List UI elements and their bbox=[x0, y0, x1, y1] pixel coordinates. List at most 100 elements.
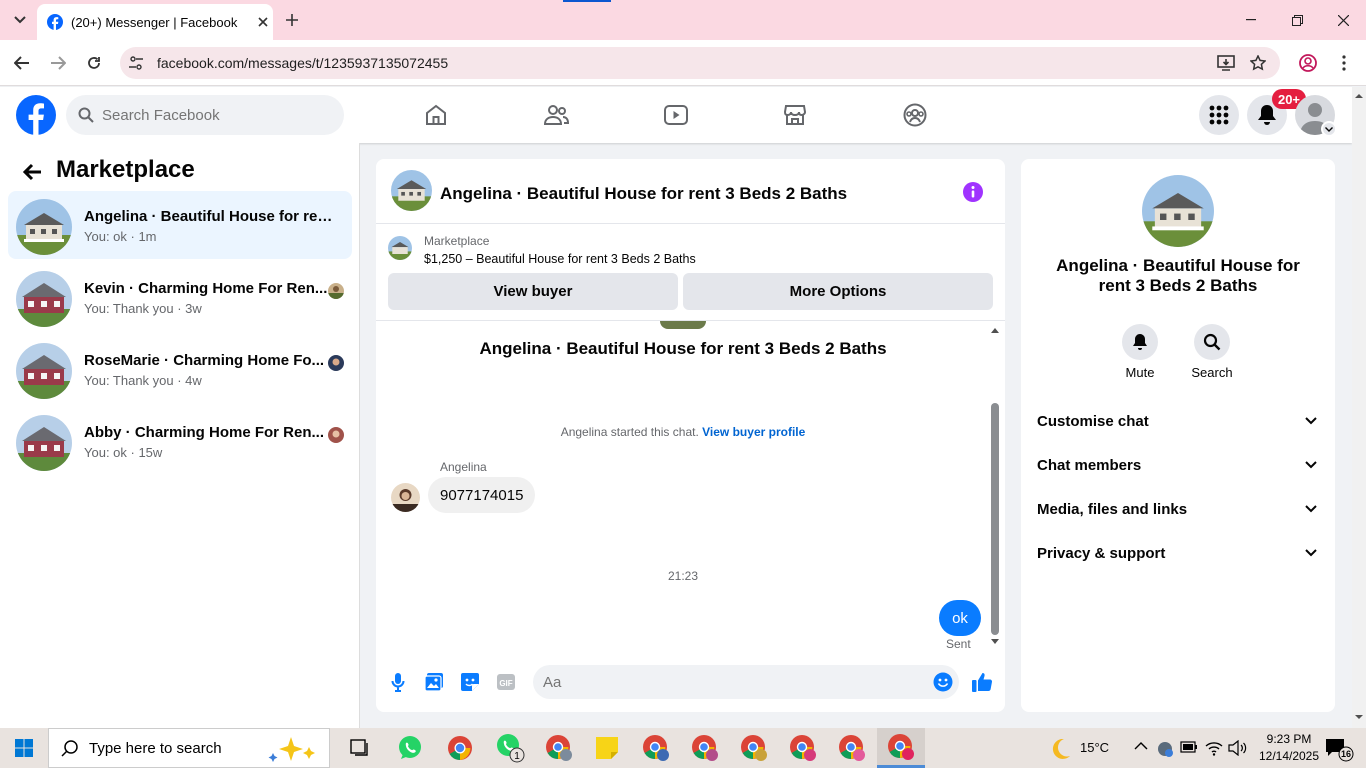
close-tab-icon[interactable] bbox=[253, 17, 273, 27]
house-thumbnail bbox=[16, 199, 72, 255]
conversation-item-rosemarie[interactable]: RoseMarie · Charming Home Fo... You: Tha… bbox=[8, 335, 352, 403]
outgoing-message-bubble[interactable]: ok bbox=[939, 600, 981, 636]
site-info-icon[interactable] bbox=[128, 55, 144, 71]
info-icon[interactable] bbox=[962, 181, 984, 203]
taskbar-search-placeholder: Type here to search bbox=[89, 739, 222, 757]
account-chevron-down-icon[interactable] bbox=[1321, 121, 1337, 137]
thumbs-up-icon[interactable] bbox=[970, 670, 994, 694]
chat-scrollbar-thumb[interactable] bbox=[991, 403, 999, 635]
windows-start-icon[interactable] bbox=[0, 728, 48, 768]
back-arrow-icon[interactable] bbox=[18, 158, 46, 186]
chrome-profile-4-icon[interactable] bbox=[732, 730, 776, 766]
message-timestamp: 21:23 bbox=[667, 569, 699, 583]
facebook-search-box[interactable] bbox=[66, 95, 344, 135]
buyer-avatar bbox=[328, 427, 344, 443]
photo-gallery-icon[interactable] bbox=[422, 670, 446, 694]
conversation-item-angelina[interactable]: Angelina · Beautiful House for rent... Y… bbox=[8, 191, 352, 259]
conversation-name: Abby · Charming Home For Ren... bbox=[84, 424, 325, 441]
sticky-notes-icon[interactable] bbox=[585, 730, 629, 766]
action-center-icon[interactable]: 16 bbox=[1324, 736, 1354, 762]
whatsapp-icon[interactable] bbox=[388, 730, 432, 766]
house-thumbnail bbox=[16, 415, 72, 471]
minimize-icon[interactable] bbox=[1228, 0, 1274, 40]
sent-status: Sent bbox=[946, 637, 971, 651]
microphone-icon[interactable] bbox=[386, 670, 410, 694]
started-text: Angelina started this chat. bbox=[560, 425, 699, 439]
tab-strip-accent bbox=[563, 0, 611, 2]
chrome-profile-5-icon[interactable] bbox=[781, 730, 825, 766]
tab-search-icon[interactable] bbox=[8, 8, 32, 32]
close-window-icon[interactable] bbox=[1320, 0, 1366, 40]
address-bar[interactable]: facebook.com/messages/t/1235937135072455 bbox=[120, 47, 1280, 79]
more-menu-icon[interactable] bbox=[1328, 47, 1360, 79]
facebook-search-input[interactable] bbox=[102, 106, 312, 124]
volume-icon[interactable] bbox=[1228, 740, 1248, 758]
info-avatar[interactable] bbox=[1142, 175, 1214, 247]
media-files-links-section[interactable]: Media, files and links bbox=[1029, 489, 1325, 529]
chat-header-name[interactable]: Angelina · Beautiful House for rent 3 Be… bbox=[440, 184, 847, 204]
conversation-snippet: You: Thank you · 3w bbox=[84, 301, 202, 316]
buyer-avatar bbox=[328, 355, 344, 371]
view-buyer-button[interactable]: View buyer bbox=[388, 273, 678, 310]
chrome-icon[interactable] bbox=[438, 730, 482, 766]
task-view-icon[interactable] bbox=[338, 730, 382, 766]
marketplace-icon[interactable] bbox=[775, 95, 815, 135]
incoming-message-bubble[interactable]: 9077174015 bbox=[428, 477, 536, 513]
menu-grid-icon[interactable] bbox=[1199, 95, 1239, 135]
chrome-profile-3-icon[interactable] bbox=[683, 730, 727, 766]
chat-members-section[interactable]: Chat members bbox=[1029, 445, 1325, 485]
conversation-name: Kevin · Charming Home For Ren... bbox=[84, 280, 328, 297]
weather-temperature[interactable]: 15°C bbox=[1080, 740, 1109, 755]
friends-icon[interactable] bbox=[536, 95, 576, 135]
chrome-profile-a-icon[interactable] bbox=[537, 730, 581, 766]
intro-avatar-partial bbox=[660, 321, 706, 329]
chrome-profile-2-icon[interactable] bbox=[634, 730, 678, 766]
battery-icon[interactable] bbox=[1180, 741, 1198, 757]
sender-avatar[interactable] bbox=[391, 483, 420, 512]
wifi-icon[interactable] bbox=[1205, 740, 1223, 758]
message-composer[interactable] bbox=[533, 665, 959, 699]
whatsapp-business-icon[interactable]: 1 bbox=[488, 730, 532, 766]
view-buyer-profile-link[interactable]: View buyer profile bbox=[702, 425, 805, 439]
network-sync-icon[interactable] bbox=[1156, 740, 1174, 758]
weather-moon-icon[interactable] bbox=[1047, 736, 1073, 762]
message-input[interactable] bbox=[543, 673, 923, 691]
sticker-icon[interactable] bbox=[458, 670, 482, 694]
chat-header-avatar[interactable] bbox=[391, 170, 432, 211]
search-in-chat-icon[interactable] bbox=[1194, 324, 1230, 360]
chrome-profile-6-icon[interactable] bbox=[830, 730, 874, 766]
customise-chat-section[interactable]: Customise chat bbox=[1029, 401, 1325, 441]
forward-icon[interactable] bbox=[42, 47, 74, 79]
conversation-name: RoseMarie · Charming Home Fo... bbox=[84, 352, 325, 369]
system-clock[interactable]: 9:23 PM 12/14/2025 bbox=[1256, 731, 1322, 765]
conversation-snippet: You: Thank you · 4w bbox=[84, 373, 202, 388]
privacy-support-section[interactable]: Privacy & support bbox=[1029, 533, 1325, 573]
search-icon bbox=[78, 107, 94, 123]
taskbar-search-box[interactable]: Type here to search bbox=[48, 728, 330, 768]
conversation-item-abby[interactable]: Abby · Charming Home For Ren... You: ok … bbox=[8, 407, 352, 475]
gif-icon[interactable]: GIF bbox=[494, 670, 518, 694]
facebook-favicon-icon bbox=[47, 14, 63, 30]
home-icon[interactable] bbox=[416, 95, 456, 135]
restore-icon[interactable] bbox=[1274, 0, 1320, 40]
install-app-icon[interactable] bbox=[1210, 47, 1242, 79]
browser-tab[interactable]: (20+) Messenger | Facebook bbox=[37, 4, 273, 40]
listing-title[interactable]: $1,250 – Beautiful House for rent 3 Beds… bbox=[424, 252, 696, 266]
profile-icon[interactable] bbox=[1292, 47, 1324, 79]
watch-icon[interactable] bbox=[656, 95, 696, 135]
reload-icon[interactable] bbox=[78, 47, 110, 79]
more-options-button[interactable]: More Options bbox=[683, 273, 993, 310]
page-scrollbar[interactable] bbox=[1352, 87, 1366, 728]
groups-icon[interactable] bbox=[895, 95, 935, 135]
back-icon[interactable] bbox=[6, 47, 38, 79]
emoji-icon[interactable] bbox=[931, 670, 955, 694]
bookmark-star-icon[interactable] bbox=[1242, 47, 1274, 79]
hidden-icons-chevron-up-icon[interactable] bbox=[1134, 741, 1148, 755]
action-center-count: 16 bbox=[1340, 749, 1351, 759]
new-tab-icon[interactable] bbox=[282, 10, 302, 30]
clock-date: 12/14/2025 bbox=[1258, 749, 1320, 763]
conversation-item-kevin[interactable]: Kevin · Charming Home For Ren... You: Th… bbox=[8, 263, 352, 331]
facebook-logo[interactable] bbox=[16, 95, 56, 135]
mute-bell-icon[interactable] bbox=[1122, 324, 1158, 360]
chrome-active-window-icon[interactable] bbox=[877, 728, 925, 768]
